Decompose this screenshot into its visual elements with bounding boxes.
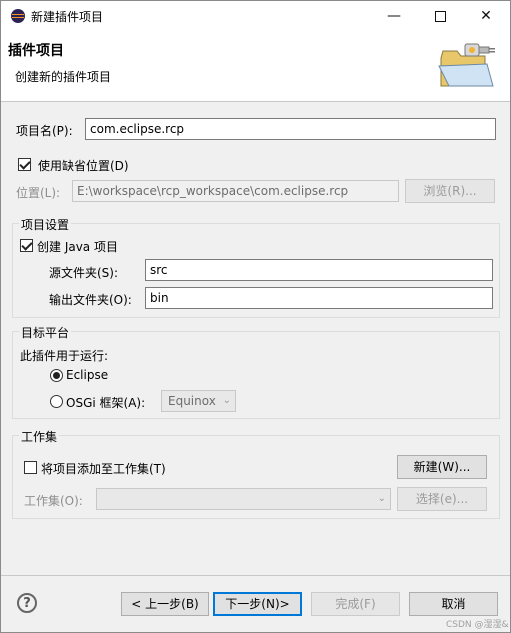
eclipse-radio-label[interactable]: Eclipse xyxy=(66,368,108,382)
source-folder-input[interactable]: src xyxy=(145,259,493,281)
dialog-window: 新建插件项目 — ✕ 插件项目 创建新的插件项目 项目名(P): com.ecl… xyxy=(0,0,511,633)
osgi-framework-value: Equinox xyxy=(168,394,216,408)
banner-description: 创建新的插件项目 xyxy=(15,70,112,84)
working-set-title: 工作集 xyxy=(19,428,60,445)
add-to-working-set-label[interactable]: 将项目添加至工作集(T) xyxy=(41,460,166,477)
watermark-text: CSDN @湿湿& xyxy=(446,620,509,630)
close-icon: ✕ xyxy=(480,8,492,24)
browse-button[interactable]: 浏览(R)... xyxy=(405,179,495,203)
osgi-radio-label[interactable]: OSGi 框架(A): xyxy=(66,394,145,411)
back-button[interactable]: < 上一步(B) xyxy=(121,592,209,616)
banner-title: 插件项目 xyxy=(8,43,64,59)
plugin-folder-icon xyxy=(438,43,495,87)
use-default-location-label[interactable]: 使用缺省位置(D) xyxy=(38,157,129,174)
osgi-framework-select[interactable]: Equinox ⌄ xyxy=(161,390,236,412)
eclipse-radio[interactable] xyxy=(50,369,63,382)
project-settings-title: 项目设置 xyxy=(19,216,72,233)
close-button[interactable]: ✕ xyxy=(463,1,509,31)
minimize-icon: — xyxy=(387,8,401,24)
output-folder-label: 输出文件夹(O): xyxy=(49,293,132,307)
select-working-set-button[interactable]: 选择(e)... xyxy=(397,487,487,511)
maximize-icon xyxy=(434,11,446,22)
help-icon[interactable]: ? xyxy=(17,593,37,613)
working-set-label: 工作集(O): xyxy=(24,494,83,508)
eclipse-icon xyxy=(11,9,25,23)
maximize-button[interactable] xyxy=(417,1,463,31)
footer-divider xyxy=(1,575,510,576)
osgi-radio[interactable] xyxy=(50,395,63,408)
minimize-button[interactable]: — xyxy=(371,1,417,31)
location-input[interactable]: E:\workspace\rcp_workspace\com.eclipse.r… xyxy=(72,180,399,202)
add-to-working-set-checkbox[interactable] xyxy=(24,461,37,474)
output-folder-input[interactable]: bin xyxy=(145,287,493,309)
wizard-banner: 插件项目 创建新的插件项目 xyxy=(1,31,510,102)
use-default-location-checkbox[interactable] xyxy=(18,158,31,171)
chevron-down-icon: ⌄ xyxy=(222,395,231,406)
new-working-set-button[interactable]: 新建(W)... xyxy=(397,455,487,479)
cancel-button[interactable]: 取消 xyxy=(409,592,498,616)
project-name-input[interactable]: com.eclipse.rcp xyxy=(85,118,496,140)
chevron-down-icon: ⌄ xyxy=(377,493,386,504)
next-button[interactable]: 下一步(N)> xyxy=(213,592,302,616)
target-platform-title: 目标平台 xyxy=(19,324,72,341)
create-java-project-label[interactable]: 创建 Java 项目 xyxy=(37,238,118,255)
create-java-project-checkbox[interactable] xyxy=(20,239,33,252)
working-set-select[interactable]: ⌄ xyxy=(96,488,391,510)
project-name-label: 项目名(P): xyxy=(16,124,73,138)
location-label: 位置(L): xyxy=(16,186,61,200)
title-bar: 新建插件项目 — ✕ xyxy=(1,1,510,31)
window-title: 新建插件项目 xyxy=(31,10,104,24)
finish-button[interactable]: 完成(F) xyxy=(311,592,400,616)
run-with-label: 此插件用于运行: xyxy=(20,349,109,363)
source-folder-label: 源文件夹(S): xyxy=(49,266,119,280)
